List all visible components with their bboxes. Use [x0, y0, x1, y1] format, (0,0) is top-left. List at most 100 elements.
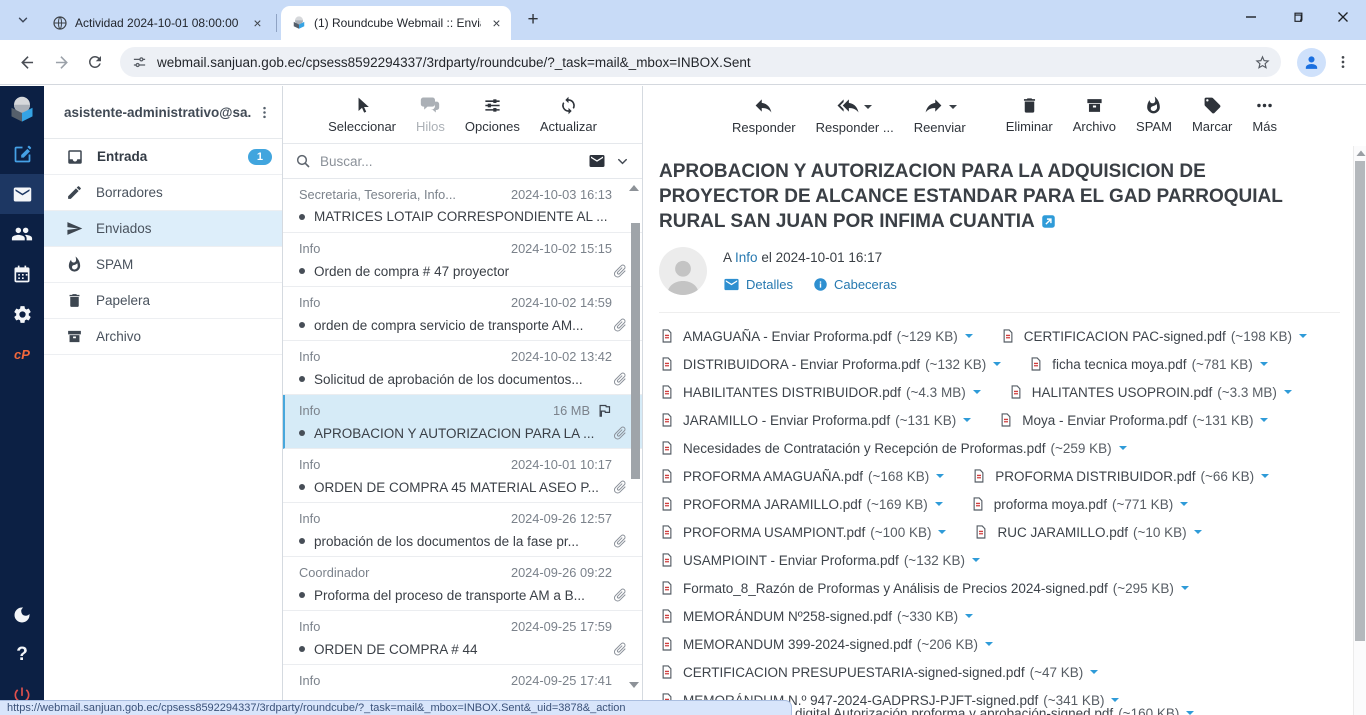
settings-gear-icon[interactable] [0, 294, 44, 334]
attachment-link[interactable]: PROFORMA DISTRIBUIDOR.pdf(~66 KB) [971, 467, 1269, 485]
flag-icon[interactable] [597, 403, 612, 418]
attachment-link[interactable]: DISTRIBUIDORA - Enviar Proforma.pdf(~132… [659, 355, 1001, 373]
calendar-icon[interactable] [0, 254, 44, 294]
attachment-menu-caret-icon[interactable] [1261, 474, 1269, 482]
attachment-menu-caret-icon[interactable] [1186, 711, 1194, 715]
attachment-link[interactable]: AMAGUAÑA - Enviar Proforma.pdf(~129 KB) [659, 327, 973, 345]
list-scroll-up-icon[interactable] [628, 183, 640, 193]
reply-all-caret-icon[interactable] [864, 105, 872, 113]
browser-tab-roundcube[interactable]: (1) Roundcube Webmail :: Envia × [281, 6, 511, 40]
contacts-icon[interactable] [0, 214, 44, 254]
search-options-chevron-icon[interactable] [615, 154, 630, 169]
cpanel-icon[interactable]: cP [0, 334, 44, 374]
search-input[interactable] [320, 154, 579, 169]
forward-caret-icon[interactable] [949, 105, 957, 113]
dark-mode-moon-icon[interactable] [0, 595, 44, 635]
options-button[interactable]: Opciones [465, 96, 520, 134]
attachment-menu-caret-icon[interactable] [993, 362, 1001, 370]
new-tab-button[interactable]: + [519, 6, 547, 34]
window-close-button[interactable] [1320, 0, 1366, 34]
folder-spam[interactable]: SPAM [44, 247, 282, 283]
message-row[interactable]: Coordinador2024-09-26 09:22 Proforma del… [283, 557, 642, 611]
bookmark-star-icon[interactable] [1254, 54, 1271, 71]
reply-button[interactable]: Responder [732, 95, 796, 135]
account-menu-icon[interactable] [252, 100, 276, 124]
attachment-row-partial[interactable]: digital Autorización proforma y aprobaci… [795, 703, 1194, 715]
attachment-link[interactable]: Moya - Enviar Proforma.pdf(~131 KB) [998, 411, 1268, 429]
attachment-menu-caret-icon[interactable] [1284, 390, 1292, 398]
attachment-menu-caret-icon[interactable] [965, 614, 973, 622]
folder-enviados[interactable]: Enviados [44, 211, 282, 247]
attachment-menu-caret-icon[interactable] [1090, 670, 1098, 678]
attachment-menu-caret-icon[interactable] [1180, 502, 1188, 510]
attachment-link[interactable]: PROFORMA AMAGUAÑA.pdf(~168 KB) [659, 467, 944, 485]
attachment-link[interactable]: ficha tecnica moya.pdf(~781 KB) [1028, 355, 1268, 373]
attachment-menu-caret-icon[interactable] [1299, 334, 1307, 342]
attachment-menu-caret-icon[interactable] [1194, 530, 1202, 538]
list-scroll-down-icon[interactable] [628, 680, 640, 690]
attachment-link[interactable]: HABILITANTES DISTRIBUIDOR.pdf(~4.3 MB) [659, 383, 981, 401]
delete-button[interactable]: Eliminar [1006, 96, 1053, 134]
message-row[interactable]: Info2024-10-01 10:17 ORDEN DE COMPRA 45 … [283, 449, 642, 503]
folder-borradores[interactable]: Borradores [44, 175, 282, 211]
attachment-link[interactable]: MEMORÁNDUM Nº258-signed.pdf(~330 KB) [659, 607, 973, 625]
help-icon[interactable]: ? [0, 635, 44, 675]
attachment-menu-caret-icon[interactable] [1181, 586, 1189, 594]
attachment-menu-caret-icon[interactable] [963, 418, 971, 426]
attachment-menu-caret-icon[interactable] [1260, 362, 1268, 370]
folder-archivo[interactable]: Archivo [44, 319, 282, 355]
attachment-menu-caret-icon[interactable] [973, 390, 981, 398]
spam-button[interactable]: SPAM [1136, 96, 1172, 134]
open-external-icon[interactable] [1041, 214, 1056, 229]
attachment-menu-caret-icon[interactable] [935, 502, 943, 510]
list-scrollbar-thumb[interactable] [631, 223, 640, 479]
attachment-link[interactable]: CERTIFICACION PRESUPUESTARIA-signed-sign… [659, 663, 1098, 681]
attachment-link[interactable]: Necesidades de Contratación y Recepción … [659, 439, 1127, 457]
mail-scrollbar-thumb[interactable] [1355, 161, 1365, 641]
attachment-menu-caret-icon[interactable] [965, 334, 973, 342]
archive-button[interactable]: Archivo [1073, 96, 1116, 134]
message-row[interactable]: Secretaria, Tesoreria, Info...2024-10-03… [283, 179, 642, 233]
attachment-link[interactable]: PROFORMA USAMPIONT.pdf(~100 KB) [659, 523, 946, 541]
message-row[interactable]: Info2024-10-02 14:59 orden de compra ser… [283, 287, 642, 341]
to-recipient-link[interactable]: Info [735, 250, 758, 265]
attachment-link[interactable]: HALITANTES USOPROIN.pdf(~3.3 MB) [1008, 383, 1292, 401]
folder-entrada[interactable]: Entrada 1 [44, 139, 282, 175]
more-button[interactable]: Más [1252, 96, 1277, 134]
attachment-link[interactable]: proforma moya.pdf(~771 KB) [970, 495, 1188, 513]
attachment-link[interactable]: RUC JARAMILLO.pdf(~10 KB) [973, 523, 1201, 541]
window-restore-button[interactable] [1274, 0, 1320, 34]
mail-nav-icon[interactable] [0, 174, 44, 214]
attachment-link[interactable]: MEMORANDUM 399-2024-signed.pdf(~206 KB) [659, 635, 993, 653]
attachment-menu-caret-icon[interactable] [972, 558, 980, 566]
mark-button[interactable]: Marcar [1192, 96, 1232, 134]
tab-search-button[interactable] [10, 7, 36, 33]
reload-icon[interactable] [78, 45, 112, 79]
browser-profile-avatar[interactable] [1297, 48, 1326, 77]
browser-menu-icon[interactable] [1330, 47, 1356, 77]
folder-papelera[interactable]: Papelera [44, 283, 282, 319]
message-row[interactable]: Info2024-10-02 15:15 Orden de compra # 4… [283, 233, 642, 287]
attachment-menu-caret-icon[interactable] [938, 530, 946, 538]
message-row[interactable]: Info2024-09-25 17:59 ORDEN DE COMPRA # 4… [283, 611, 642, 665]
message-row[interactable]: Info2024-09-26 12:57 probación de los do… [283, 503, 642, 557]
tab-close-icon[interactable]: × [488, 15, 505, 32]
message-row-selected[interactable]: Info16 MB APROBACION Y AUTORIZACION PARA… [283, 395, 642, 449]
attachment-link[interactable]: PROFORMA JARAMILLO.pdf(~169 KB) [659, 495, 943, 513]
forward-icon[interactable] [44, 45, 78, 79]
attachment-link[interactable]: CERTIFICACION PAC-signed.pdf(~198 KB) [1000, 327, 1307, 345]
reply-all-button[interactable]: Responder ... [816, 95, 894, 135]
attachment-link[interactable]: Formato_8_Razón de Proformas y Análisis … [659, 579, 1189, 597]
window-minimize-button[interactable] [1228, 0, 1274, 34]
site-info-icon[interactable] [132, 55, 147, 70]
select-button[interactable]: Seleccionar [328, 96, 396, 134]
attachment-link[interactable]: JARAMILLO - Enviar Proforma.pdf(~131 KB) [659, 411, 971, 429]
url-bar[interactable]: webmail.sanjuan.gob.ec/cpsess8592294337/… [120, 47, 1281, 77]
mail-scrollbar[interactable] [1353, 146, 1366, 715]
tab-close-icon[interactable]: × [249, 15, 266, 32]
refresh-button[interactable]: Actualizar [540, 96, 597, 134]
details-link[interactable]: Detalles [723, 276, 793, 293]
browser-tab-activity[interactable]: Actividad 2024-10-01 08:00:00 × [42, 6, 272, 40]
search-scope-mail-icon[interactable] [588, 152, 606, 170]
message-row[interactable]: Info2024-10-02 13:42 Solicitud de aproba… [283, 341, 642, 395]
